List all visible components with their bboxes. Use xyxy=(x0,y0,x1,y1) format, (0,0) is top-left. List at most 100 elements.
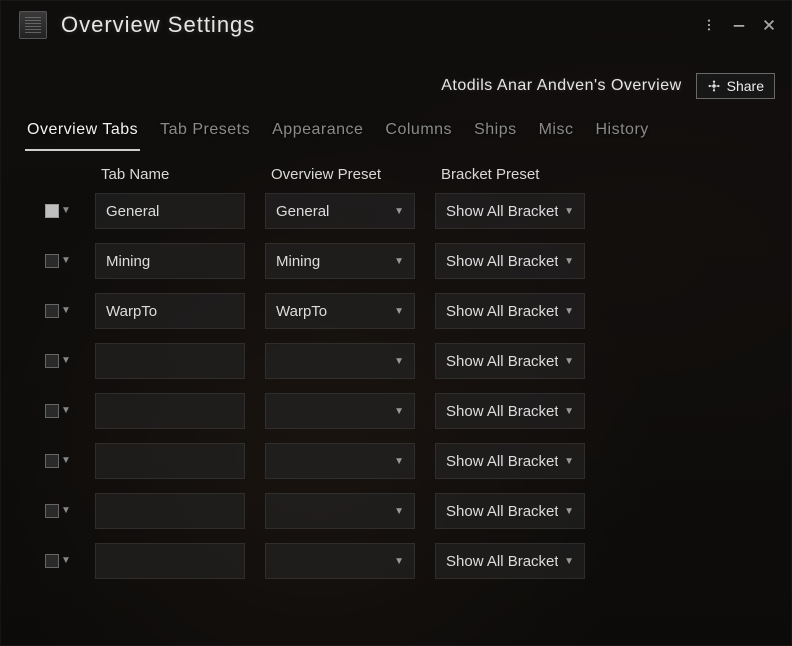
tab-name-input[interactable] xyxy=(95,543,245,579)
chevron-down-icon: ▼ xyxy=(61,506,71,516)
overview-preset-select[interactable]: Mining▼ xyxy=(265,243,415,279)
color-swatch xyxy=(45,304,59,318)
table-row: ▼ ▼ Show All Brackets▼ xyxy=(45,493,767,529)
table-row: ▼GeneralGeneral▼Show All Brackets▼ xyxy=(45,193,767,229)
select-value: Show All Brackets xyxy=(446,353,558,370)
bracket-preset-select[interactable]: Show All Brackets ▼ xyxy=(435,193,585,229)
minimize-button[interactable] xyxy=(731,17,747,33)
bracket-preset-select[interactable]: Show All Brackets ▼ xyxy=(435,393,585,429)
color-swatch xyxy=(45,354,59,368)
tab-history[interactable]: History xyxy=(593,117,650,151)
tab-columns[interactable]: Columns xyxy=(383,117,454,151)
overview-preset-select[interactable]: ▼ xyxy=(265,443,415,479)
share-button-label: Share xyxy=(727,78,764,94)
column-header-overview-preset: Overview Preset xyxy=(265,166,435,183)
chevron-down-icon: ▼ xyxy=(564,356,574,367)
select-value: Show All Brackets xyxy=(446,553,558,570)
tab-name-input[interactable]: Mining xyxy=(95,243,245,279)
chevron-down-icon: ▼ xyxy=(564,306,574,317)
chevron-down-icon: ▼ xyxy=(564,456,574,467)
overview-preset-select[interactable]: ▼ xyxy=(265,543,415,579)
color-picker[interactable]: ▼ xyxy=(45,354,95,368)
share-button[interactable]: Share xyxy=(696,73,775,99)
color-swatch xyxy=(45,404,59,418)
bracket-preset-select[interactable]: Show All Brackets▼ xyxy=(435,543,585,579)
tab-name-input[interactable]: General xyxy=(95,193,245,229)
select-value: General xyxy=(276,203,388,220)
chevron-down-icon: ▼ xyxy=(61,406,71,416)
tab-overview-tabs[interactable]: Overview Tabs xyxy=(25,117,140,151)
window-controls xyxy=(701,17,777,33)
select-value: Show All Brackets xyxy=(446,503,558,520)
tab-content: Tab Name Overview Preset Bracket Preset … xyxy=(1,152,791,593)
table-row: ▼ ▼ Show All Brackets ▼ xyxy=(45,443,767,479)
bracket-preset-select[interactable]: Show All Brackets▼ xyxy=(435,493,585,529)
overview-settings-window: Overview Settings Atodils Anar Andven's … xyxy=(0,0,792,646)
chevron-down-icon: ▼ xyxy=(564,256,574,267)
color-swatch xyxy=(45,454,59,468)
color-picker[interactable]: ▼ xyxy=(45,504,95,518)
chevron-down-icon: ▼ xyxy=(394,406,404,417)
tab-ships[interactable]: Ships xyxy=(472,117,519,151)
chevron-down-icon: ▼ xyxy=(394,306,404,317)
chevron-down-icon: ▼ xyxy=(394,356,404,367)
chevron-down-icon: ▼ xyxy=(394,556,404,567)
color-swatch xyxy=(45,504,59,518)
tab-name-input[interactable] xyxy=(95,393,245,429)
tab-name-input[interactable] xyxy=(95,443,245,479)
chevron-down-icon: ▼ xyxy=(61,256,71,266)
overview-icon xyxy=(19,11,47,39)
color-picker[interactable]: ▼ xyxy=(45,254,95,268)
select-value: Show All Brackets xyxy=(446,203,558,220)
more-options-button[interactable] xyxy=(701,17,717,33)
close-button[interactable] xyxy=(761,17,777,33)
overview-preset-select[interactable]: ▼ xyxy=(265,343,415,379)
select-value: Mining xyxy=(276,253,388,270)
column-header-bracket-preset: Bracket Preset xyxy=(435,166,605,183)
select-value: Show All Brackets xyxy=(446,453,558,470)
tab-name-input[interactable] xyxy=(95,343,245,379)
table-row: ▼WarpToWarpTo▼Show All Brackets▼ xyxy=(45,293,767,329)
tab-tab-presets[interactable]: Tab Presets xyxy=(158,117,252,151)
color-picker[interactable]: ▼ xyxy=(45,454,95,468)
chevron-down-icon: ▼ xyxy=(61,456,71,466)
chevron-down-icon: ▼ xyxy=(394,456,404,467)
bracket-preset-select[interactable]: Show All Brackets▼ xyxy=(435,293,585,329)
overview-preset-select[interactable]: General ▼ xyxy=(265,193,415,229)
bracket-preset-select[interactable]: Show All Brackets ▼ xyxy=(435,243,585,279)
window-title: Overview Settings xyxy=(61,12,255,38)
color-swatch xyxy=(45,204,59,218)
titlebar: Overview Settings xyxy=(1,1,791,45)
tab-strip: Overview Tabs Tab Presets Appearance Column… xyxy=(1,107,791,152)
select-value: Show All Brackets xyxy=(446,403,558,420)
overview-owner-label: Atodils Anar Andven's Overview xyxy=(441,77,681,95)
color-picker[interactable]: ▼ xyxy=(45,204,95,218)
chevron-down-icon: ▼ xyxy=(61,556,71,566)
table-row: ▼ ▼ Show All Brackets▼ xyxy=(45,543,767,579)
color-picker[interactable]: ▼ xyxy=(45,554,95,568)
overview-preset-select[interactable]: ▼ xyxy=(265,393,415,429)
column-headers: Tab Name Overview Preset Bracket Preset xyxy=(45,166,767,183)
chevron-down-icon: ▼ xyxy=(564,406,574,417)
select-value: WarpTo xyxy=(276,303,388,320)
tab-name-input[interactable] xyxy=(95,493,245,529)
color-picker[interactable]: ▼ xyxy=(45,304,95,318)
color-picker[interactable]: ▼ xyxy=(45,404,95,418)
column-header-name: Tab Name xyxy=(95,166,265,183)
tab-name-input[interactable]: WarpTo xyxy=(95,293,245,329)
column-header-color xyxy=(45,166,95,183)
overview-preset-select[interactable]: WarpTo ▼ xyxy=(265,293,415,329)
chevron-down-icon: ▼ xyxy=(394,206,404,217)
table-row: ▼ ▼ Show All Brackets ▼ xyxy=(45,393,767,429)
bracket-preset-select[interactable]: Show All Brackets ▼ xyxy=(435,443,585,479)
chevron-down-icon: ▼ xyxy=(61,356,71,366)
table-row: ▼ ▼ Show All Brackets ▼ xyxy=(45,343,767,379)
overview-preset-select[interactable]: ▼ xyxy=(265,493,415,529)
tab-appearance[interactable]: Appearance xyxy=(270,117,365,151)
bracket-preset-select[interactable]: Show All Brackets ▼ xyxy=(435,343,585,379)
color-swatch xyxy=(45,254,59,268)
select-value: Show All Brackets xyxy=(446,253,558,270)
chevron-down-icon: ▼ xyxy=(564,206,574,217)
share-icon xyxy=(707,79,721,93)
tab-misc[interactable]: Misc xyxy=(537,117,576,151)
